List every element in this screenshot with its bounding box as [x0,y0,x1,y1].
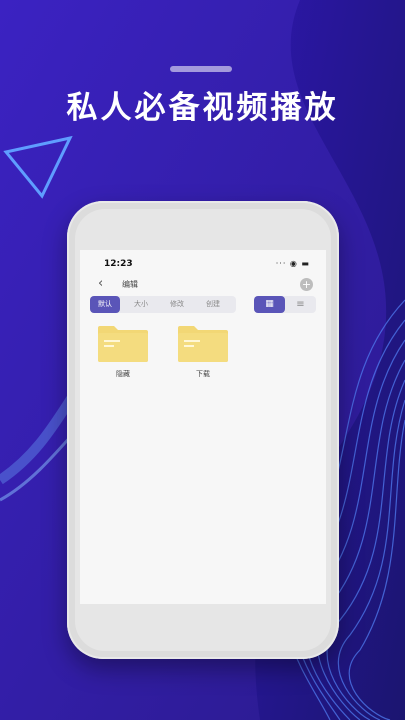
nav-title-edit[interactable]: 编辑 [122,279,138,290]
sort-tab-modified[interactable]: 修改 [162,296,192,313]
sort-tabs: 默认 大小 修改 创建 [90,296,236,313]
folder-icon [178,326,228,362]
folder-label: 隐藏 [116,370,130,378]
folder-item-downloads[interactable]: 下载 [176,324,230,379]
grid-view-icon[interactable]: ▦ [254,296,285,313]
phone-screen: 12:23 ··· ◉ ▬ ‹ 编辑 + 默认 大小 修改 创建 ▦ ≡ 隐藏 [80,250,326,604]
status-bar: 12:23 ··· ◉ ▬ [80,256,326,272]
back-icon[interactable]: ‹ [98,276,103,291]
sort-tab-created[interactable]: 创建 [198,296,228,313]
add-icon[interactable]: + [300,278,313,291]
folder-item-hidden[interactable]: 隐藏 [96,324,150,379]
status-time: 12:23 [104,259,133,269]
nav-bar: ‹ 编辑 + [80,276,326,294]
folder-icon [98,326,148,362]
promo-headline: 私人必备视频播放 [66,90,339,126]
headline-accent-bar [170,66,232,72]
status-icons: ··· ◉ ▬ [275,259,310,268]
sort-tab-default[interactable]: 默认 [90,296,120,313]
list-view-icon[interactable]: ≡ [285,296,316,313]
view-toggle: ▦ ≡ [254,296,316,313]
sort-tab-size[interactable]: 大小 [126,296,156,313]
folder-label: 下载 [196,370,210,378]
